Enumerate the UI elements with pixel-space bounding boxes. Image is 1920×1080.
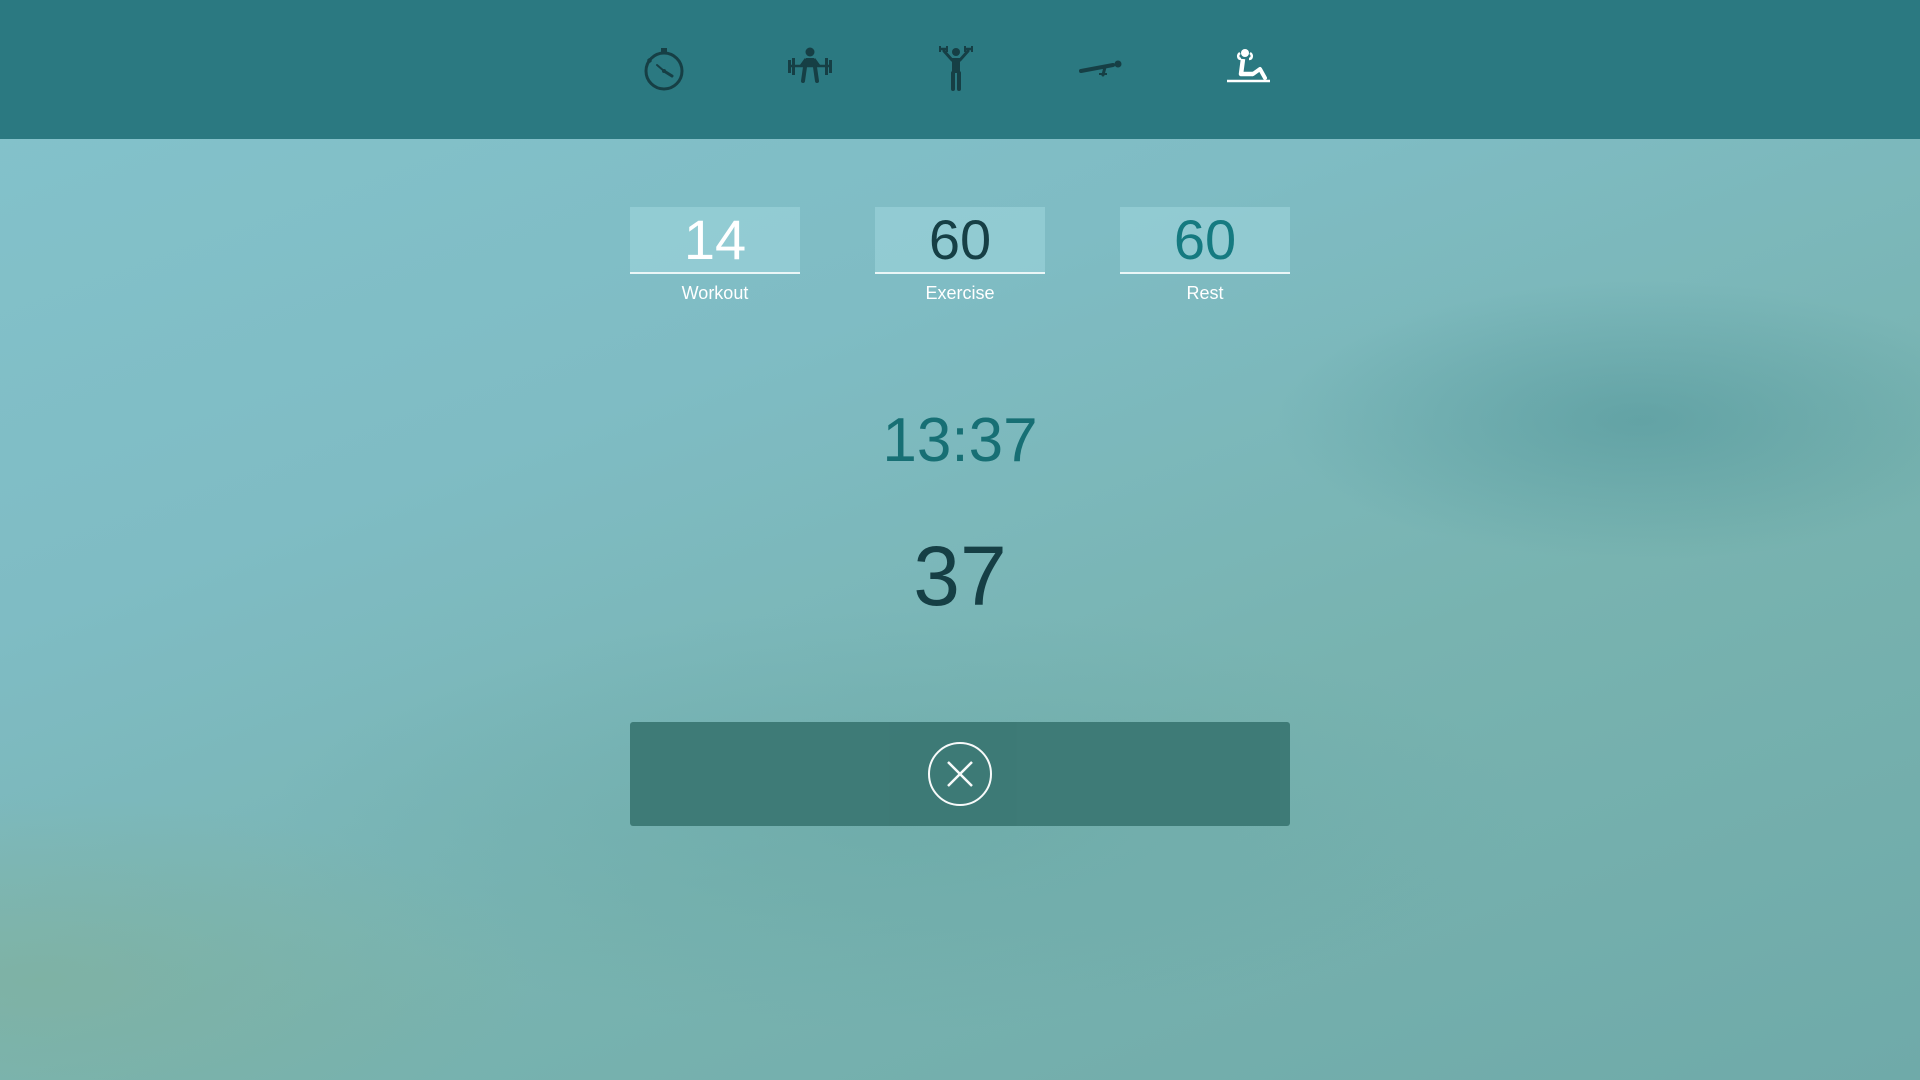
workout-field[interactable]: 14 Workout [630, 207, 800, 304]
workout-label: Workout [681, 283, 749, 303]
situp-icon[interactable] [1223, 43, 1273, 93]
top-nav-bar [0, 0, 1920, 139]
close-circle-icon [928, 742, 992, 806]
rest-label: Rest [1186, 283, 1224, 303]
total-time-display: 13:37 [882, 406, 1038, 475]
dumbbell-raise-icon[interactable] [931, 43, 981, 93]
rest-seconds-input[interactable]: 60 [1120, 207, 1290, 274]
weightlifting-icon[interactable] [785, 43, 835, 93]
rest-field[interactable]: 60 Rest [1120, 207, 1290, 304]
exercise-seconds-input[interactable]: 60 [875, 207, 1045, 274]
exercise-label: Exercise [925, 283, 995, 303]
stop-button[interactable] [630, 722, 1290, 826]
workout-count-input[interactable]: 14 [630, 207, 800, 274]
stopwatch-icon[interactable] [639, 43, 689, 93]
exercise-field[interactable]: 60 Exercise [875, 207, 1045, 304]
countdown-display: 37 [913, 529, 1007, 623]
plank-icon[interactable] [1077, 43, 1127, 93]
